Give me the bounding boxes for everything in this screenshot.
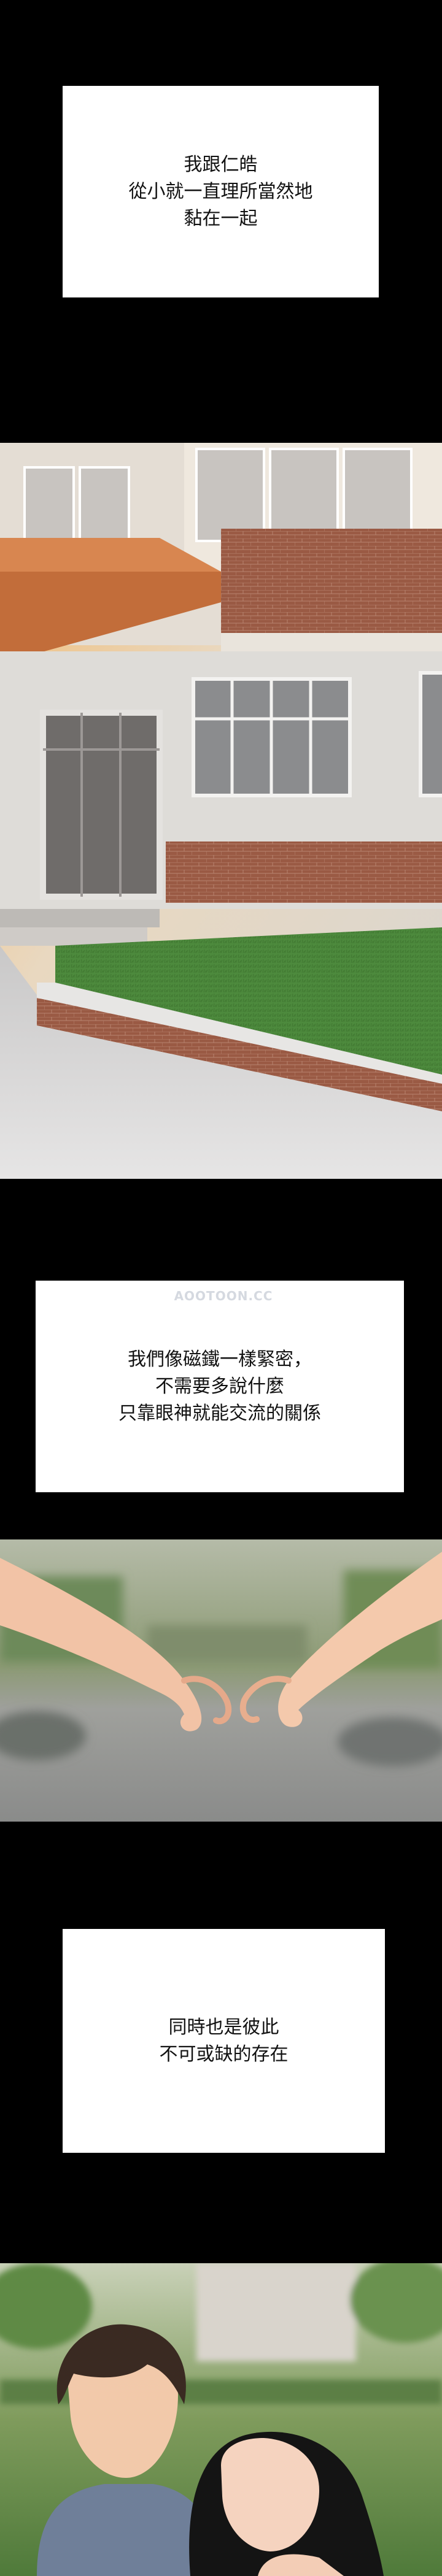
building-scene-illustration [0, 443, 442, 1179]
characters-illustration [0, 2263, 442, 2576]
pinky-promise-panel [0, 1539, 442, 1822]
caption-box-1: 我跟仁皓 從小就一直理所當然地 黏在一起 [63, 86, 379, 297]
caption-box-2: 我們像磁鐵一樣緊密， 不需要多說什麼 只靠眼神就能交流的關係 [36, 1281, 404, 1492]
hands-illustration [0, 1539, 442, 1822]
caption-box-3: 同時也是彼此 不可或缺的存在 [63, 1929, 385, 2153]
building-panel [0, 443, 442, 1179]
caption-text-2: 我們像磁鐵一樣緊密， 不需要多說什麼 只靠眼神就能交流的關係 [118, 1348, 321, 1424]
caption-text-1: 我跟仁皓 從小就一直理所當然地 黏在一起 [128, 153, 313, 229]
caption-text-3: 同時也是彼此 不可或缺的存在 [159, 2016, 289, 2065]
characters-panel [0, 2263, 442, 2576]
watermark-label: AOOTOON.CC [158, 1287, 289, 1305]
